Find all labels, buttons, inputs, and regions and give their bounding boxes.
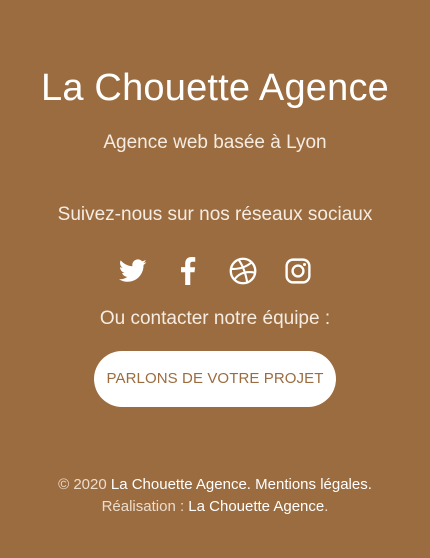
twitter-link[interactable] — [118, 257, 147, 285]
dribbble-link[interactable] — [229, 257, 257, 285]
instagram-icon — [284, 258, 311, 284]
facebook-icon — [180, 257, 195, 285]
realisation-prefix: Réalisation : — [101, 498, 185, 515]
contact-heading: Ou contacter notre équipe : — [99, 308, 331, 329]
legal-notice-link[interactable]: Mentions légales. — [255, 476, 372, 493]
dribbble-icon — [229, 257, 256, 285]
copyright-line: © 2020 La Chouette Agence. Mentions léga… — [0, 474, 430, 496]
site-footer: La Chouette Agence Agence web basée à Ly… — [0, 0, 430, 558]
twitter-icon — [118, 259, 147, 282]
facebook-link[interactable] — [174, 257, 202, 285]
brand-tagline: Agence web basée à Lyon — [103, 132, 327, 153]
copyright-prefix: © 2020 — [58, 476, 107, 493]
contact-cta-button[interactable]: PARLONS DE VOTRE PROJET — [94, 351, 336, 407]
social-links — [0, 256, 430, 286]
footer-credits: © 2020 La Chouette Agence. Mentions léga… — [0, 474, 430, 518]
social-heading: Suivez-nous sur nos réseaux sociaux — [57, 204, 373, 225]
realisation-link[interactable]: La Chouette Agence — [188, 498, 324, 515]
realisation-line: Réalisation : La Chouette Agence. — [0, 496, 430, 518]
agency-link[interactable]: La Chouette Agence. — [111, 476, 251, 493]
realisation-suffix: . — [324, 498, 329, 515]
instagram-link[interactable] — [284, 257, 312, 285]
brand-title: La Chouette Agence — [41, 67, 389, 109]
